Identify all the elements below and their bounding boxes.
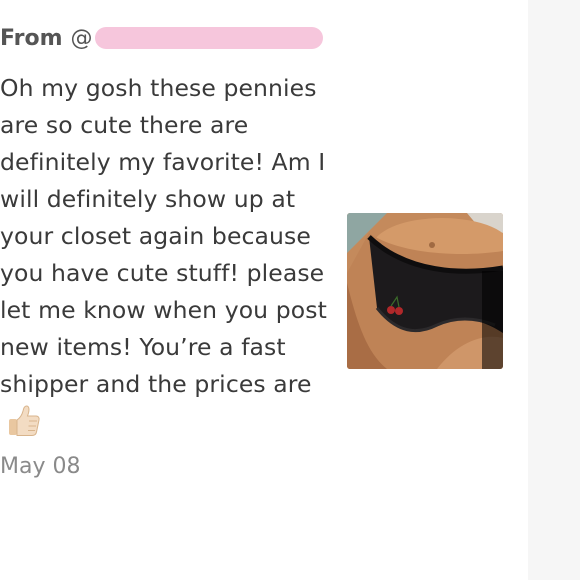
listing-photo[interactable] xyxy=(347,213,503,369)
author-at-sign: @ xyxy=(70,25,93,51)
review-card: From @ Oh my gosh these pennies are so c… xyxy=(0,22,330,480)
review-date: May 08 xyxy=(0,454,81,479)
review-screen: From @ Oh my gosh these pennies are so c… xyxy=(0,0,580,580)
redacted-username[interactable] xyxy=(94,27,323,49)
thumbs-up-icon xyxy=(6,403,42,439)
review-text: Oh my gosh these pennies are so cute the… xyxy=(0,74,327,398)
from-label: From xyxy=(0,25,63,51)
review-author-line: From @ xyxy=(0,22,330,54)
review-body: Oh my gosh these pennies are so cute the… xyxy=(0,70,330,442)
screen-edge xyxy=(528,0,580,580)
